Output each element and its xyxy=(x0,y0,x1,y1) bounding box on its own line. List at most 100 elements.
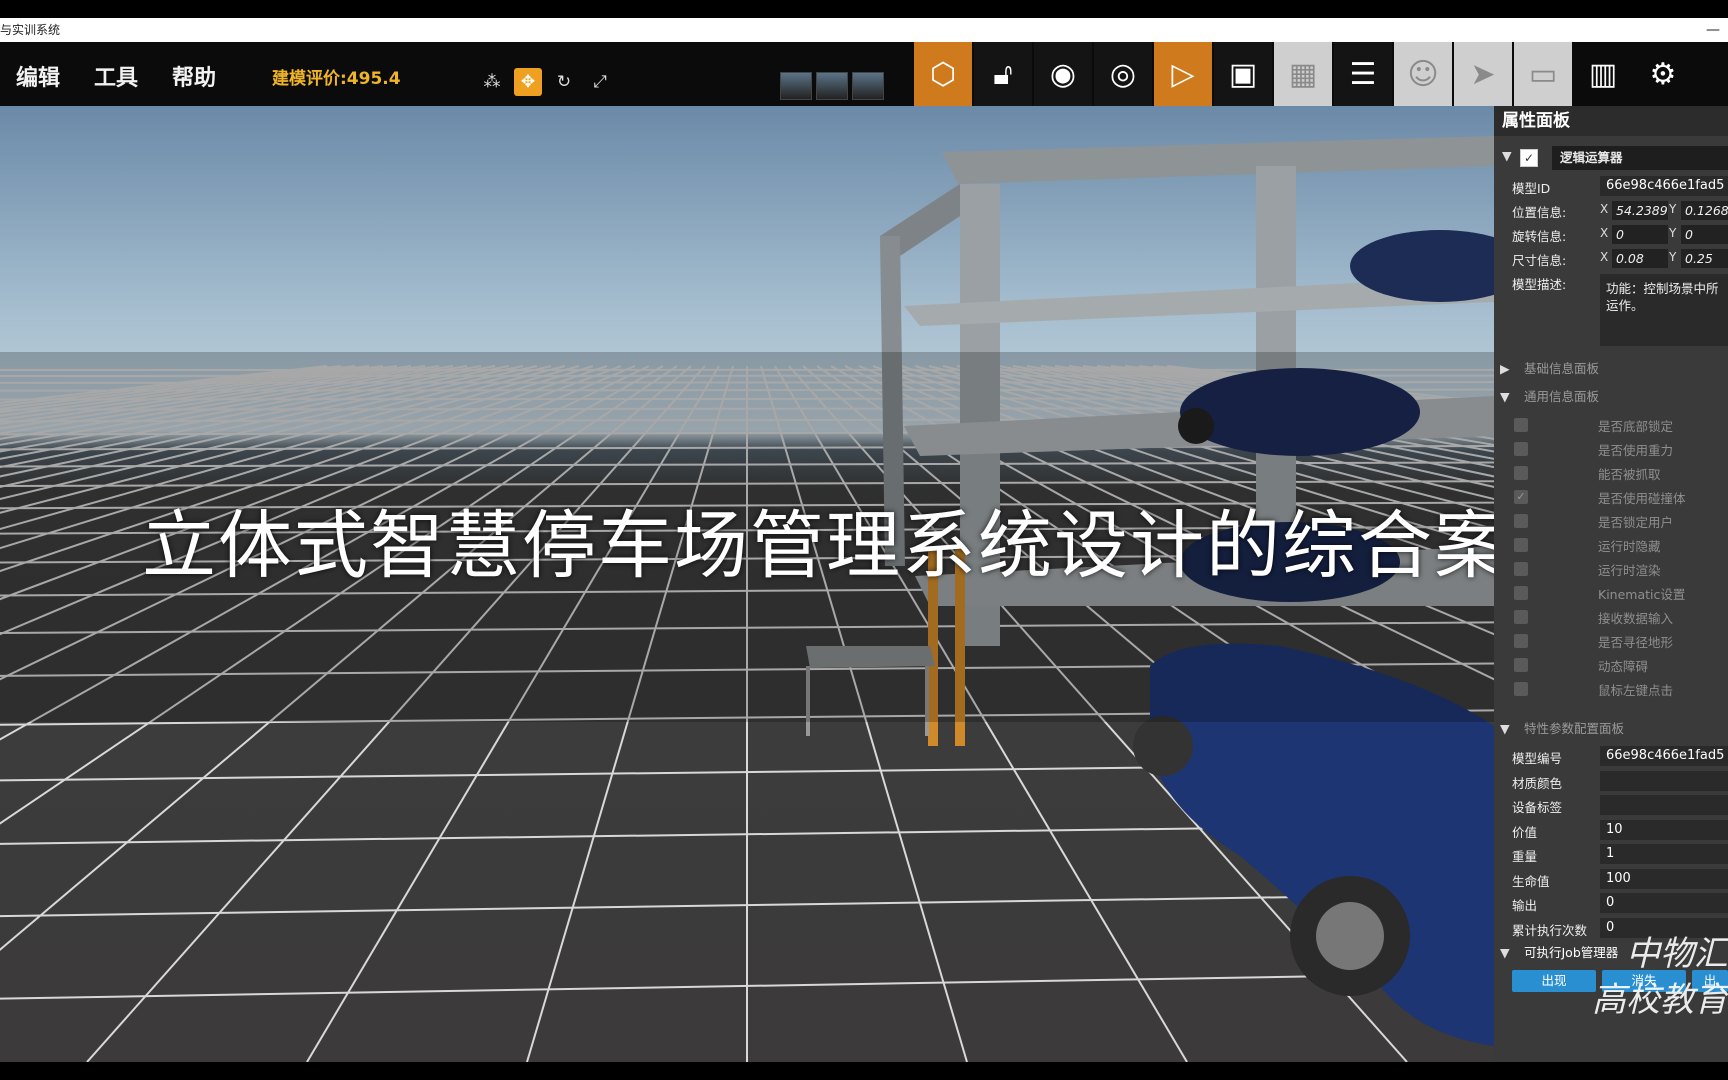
general-option-checkbox[interactable] xyxy=(1514,658,1528,672)
transform-tools: ⁂ ✥ ↻ ⤢ xyxy=(478,68,614,96)
general-option-label: 运行时隐藏 xyxy=(1598,539,1661,554)
param-label: 价值 xyxy=(1512,824,1538,840)
rotate-icon[interactable]: ↻ xyxy=(550,68,578,96)
position-label: 位置信息: xyxy=(1512,205,1567,220)
appear-button[interactable]: 出现 xyxy=(1512,970,1596,992)
section-title: 基础信息面板 xyxy=(1523,361,1599,376)
select-model-icon[interactable]: ⬡ xyxy=(914,42,972,106)
menu-tools[interactable]: 工具 xyxy=(94,60,138,92)
export-icon[interactable]: ▭ xyxy=(1514,42,1572,106)
general-option-label: 是否寻径地形 xyxy=(1598,635,1674,650)
general-option-checkbox[interactable] xyxy=(1514,514,1528,528)
param-value-field[interactable]: 10 xyxy=(1600,819,1728,840)
general-option-checkbox[interactable] xyxy=(1514,562,1528,576)
y-axis-label: Y xyxy=(1669,226,1677,240)
logic-row: ▼ ✓ 逻辑运算器 xyxy=(1494,144,1728,172)
collapse-triangle-icon: ▼ xyxy=(1500,945,1510,960)
record-icon[interactable]: ◎ xyxy=(1094,42,1152,106)
scene-thumbnail[interactable] xyxy=(816,72,848,100)
x-axis-label: X xyxy=(1600,202,1609,216)
special-params-section[interactable]: ▼ 特性参数配置面板 xyxy=(1494,718,1728,740)
model-id-field[interactable]: 66e98c466e1fad5 xyxy=(1600,176,1728,196)
general-option-checkbox[interactable] xyxy=(1514,538,1528,552)
collapse-triangle-icon: ▼ xyxy=(1500,389,1510,404)
gear-icon[interactable]: ⚙ xyxy=(1634,42,1692,106)
model-score: 建模评价:495.4 xyxy=(272,69,401,89)
panorama-360-icon[interactable]: ▣ xyxy=(1214,42,1272,106)
scene-thumbnail[interactable] xyxy=(780,72,812,100)
param-label: 重量 xyxy=(1512,849,1538,864)
menu-help[interactable]: 帮助 xyxy=(172,60,216,92)
section-title: 通用信息面板 xyxy=(1523,389,1599,404)
scale-icon[interactable]: ⤢ xyxy=(586,68,614,96)
expand-triangle-icon: ▶ xyxy=(1500,361,1510,376)
param-label: 材质颜色 xyxy=(1512,775,1563,791)
param-label: 设备标签 xyxy=(1512,800,1563,815)
rotation-y-field[interactable]: 0 xyxy=(1681,225,1728,244)
rotation-label: 旋转信息: xyxy=(1512,229,1567,244)
minimize-button[interactable]: — xyxy=(1706,18,1720,42)
desc-label: 模型描述: xyxy=(1512,277,1567,292)
param-label: 生命值 xyxy=(1512,873,1550,889)
general-option-label: 是否底部锁定 xyxy=(1598,419,1674,434)
size-x-field[interactable]: 0.08 xyxy=(1612,249,1668,268)
vr-user-icon[interactable]: ☺ xyxy=(1394,42,1452,106)
general-option-checkbox[interactable]: ✓ xyxy=(1514,490,1528,504)
y-axis-label: Y xyxy=(1669,202,1677,216)
param-value-field[interactable]: 100 xyxy=(1600,868,1728,889)
list-icon[interactable]: ☰ xyxy=(1334,42,1392,106)
general-option-label: 能否被抓取 xyxy=(1598,467,1661,482)
unlock-icon[interactable]: 🔓︎ xyxy=(974,42,1032,106)
general-option-label: 是否使用重力 xyxy=(1598,443,1674,458)
panel-header: 属性面板 xyxy=(1494,106,1728,136)
scene-thumbnails xyxy=(780,72,884,100)
scatter-icon[interactable]: ⁂ xyxy=(478,68,506,96)
general-option-checkbox[interactable] xyxy=(1514,466,1528,480)
screen-top-bar xyxy=(0,0,1728,18)
logic-enabled-checkbox[interactable]: ✓ xyxy=(1520,149,1538,167)
general-option-checkbox[interactable] xyxy=(1514,586,1528,600)
general-option-checkbox[interactable] xyxy=(1514,634,1528,648)
position-y-field[interactable]: 0.1268 xyxy=(1681,201,1728,220)
general-info-section[interactable]: ▼ 通用信息面板 xyxy=(1494,386,1728,408)
y-axis-label: Y xyxy=(1669,250,1677,264)
model-description[interactable]: 功能：控制场景中所 运作。 xyxy=(1600,274,1728,346)
menu-edit[interactable]: 编辑 xyxy=(16,60,60,92)
watermark-line1: 中物汇 xyxy=(1626,934,1728,974)
collapse-triangle-icon[interactable]: ▼ xyxy=(1502,148,1516,163)
general-option-checkbox[interactable] xyxy=(1514,442,1528,456)
general-option-label: 是否锁定用户 xyxy=(1598,515,1674,530)
watermark-line2: 高校教育 xyxy=(1592,980,1728,1020)
size-y-field[interactable]: 0.25 xyxy=(1681,249,1728,268)
window-title: 与实训系统 xyxy=(0,23,61,37)
general-option-checkbox[interactable] xyxy=(1514,418,1528,432)
param-label: 累计执行次数 xyxy=(1512,922,1588,938)
general-option-checkbox[interactable] xyxy=(1514,682,1528,696)
general-option-label: Kinematic设置 xyxy=(1598,587,1686,602)
section-title: 特性参数配置面板 xyxy=(1523,721,1624,736)
screen-bottom-bar xyxy=(0,1062,1728,1080)
chart-icon[interactable]: ▥ xyxy=(1574,42,1632,106)
x-axis-label: X xyxy=(1600,226,1609,240)
general-option-checkbox[interactable] xyxy=(1514,610,1528,624)
model-id-label: 模型ID xyxy=(1512,181,1551,196)
send-icon[interactable]: ➤ xyxy=(1454,42,1512,106)
position-x-field[interactable]: 54.2389 xyxy=(1612,201,1668,220)
collapse-triangle-icon: ▼ xyxy=(1500,721,1510,736)
play-icon[interactable]: ▷ xyxy=(1154,42,1212,106)
param-value-field[interactable] xyxy=(1600,795,1728,815)
view-icon[interactable]: ◉ xyxy=(1034,42,1092,106)
param-label: 输出 xyxy=(1512,898,1538,913)
param-value-field[interactable]: 0 xyxy=(1600,893,1728,913)
grid-view-icon[interactable]: ▦ xyxy=(1274,42,1332,106)
move-icon[interactable]: ✥ xyxy=(514,68,542,96)
param-value-field[interactable] xyxy=(1600,770,1728,791)
section-title: 可执行Job管理器 xyxy=(1523,945,1619,960)
general-option-label: 接收数据输入 xyxy=(1598,611,1674,626)
param-value-field[interactable]: 1 xyxy=(1600,844,1728,864)
scene-thumbnail[interactable] xyxy=(852,72,884,100)
general-option-label: 运行时渲染 xyxy=(1598,563,1661,578)
param-value-field[interactable]: 66e98c466e1fad5 xyxy=(1600,746,1728,766)
rotation-x-field[interactable]: 0 xyxy=(1612,225,1668,244)
basic-info-section[interactable]: ▶ 基础信息面板 xyxy=(1494,358,1728,380)
